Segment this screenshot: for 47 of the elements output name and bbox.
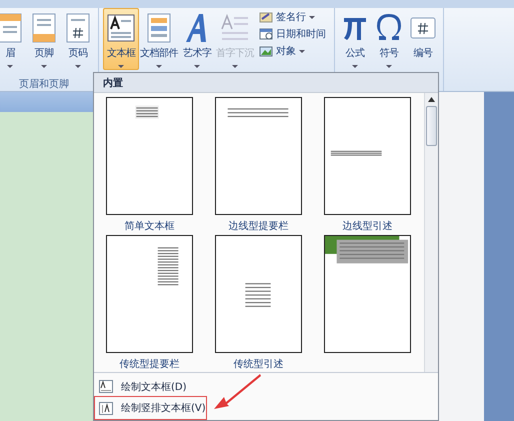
ribbon-button[interactable]: 眉 — [0, 8, 26, 70]
vertical-text-box-icon — [99, 402, 113, 414]
group-label: 页眉和页脚 — [18, 78, 70, 91]
scroll-up-icon — [428, 97, 435, 102]
caret-icon — [352, 65, 358, 68]
thumbnail-label: 边线型提要栏 — [228, 220, 288, 232]
ribbon-button[interactable]: 编号 — [407, 8, 439, 70]
ribbon-small-button[interactable]: 签名行 — [259, 10, 326, 24]
thumbnail-label: 传统型提要栏 — [120, 358, 180, 370]
page-thumbnail[interactable] — [324, 235, 411, 353]
caret-icon — [75, 65, 81, 68]
caret-icon — [41, 65, 47, 68]
annotation-arrow — [212, 372, 262, 412]
caret-icon — [118, 65, 124, 68]
ribbon-button[interactable]: 页码 — [62, 8, 94, 70]
thumbnail-label: 简单文本框 — [124, 220, 174, 232]
text-box-icon — [106, 12, 136, 44]
ribbon-button[interactable]: 公式 — [339, 8, 371, 70]
object-icon — [259, 45, 273, 57]
scrollbar[interactable] — [424, 93, 438, 372]
ribbon-button[interactable]: 文档部件 — [141, 8, 177, 70]
menu-item[interactable]: 绘制竖排文本框(V) — [94, 396, 207, 420]
ribbon-small-button[interactable]: 日期和时间 — [259, 27, 326, 41]
caret-icon — [309, 16, 315, 18]
ribbon-button[interactable]: 符号 — [373, 8, 405, 70]
ribbon-small-button[interactable]: 对象 — [259, 44, 326, 58]
ribbon-button[interactable]: 艺术字 — [179, 8, 215, 70]
header-title: 内置 — [103, 76, 123, 90]
ribbon-button[interactable]: 文本框 — [103, 8, 139, 70]
caret-icon — [232, 65, 238, 68]
page-thumbnail[interactable] — [215, 235, 302, 353]
caret-icon — [386, 65, 392, 68]
caret-icon — [156, 65, 162, 68]
caret-icon — [299, 50, 305, 52]
text-box-icon — [99, 380, 113, 393]
thumbnail-label: 边线型引述 — [342, 220, 392, 232]
page-thumbnail[interactable] — [106, 97, 193, 215]
caret-icon — [7, 65, 13, 68]
ribbon-button[interactable]: 页脚 — [28, 8, 60, 70]
thumbnail-label: 传统型引述 — [234, 358, 284, 370]
signature-icon — [259, 11, 273, 23]
scroll-thumb[interactable] — [426, 106, 437, 146]
page-thumbnail[interactable] — [106, 235, 193, 353]
page-thumbnail[interactable] — [324, 97, 411, 215]
calendar-icon — [259, 28, 273, 40]
page-thumbnail[interactable] — [215, 97, 302, 215]
caret-icon — [194, 65, 200, 68]
